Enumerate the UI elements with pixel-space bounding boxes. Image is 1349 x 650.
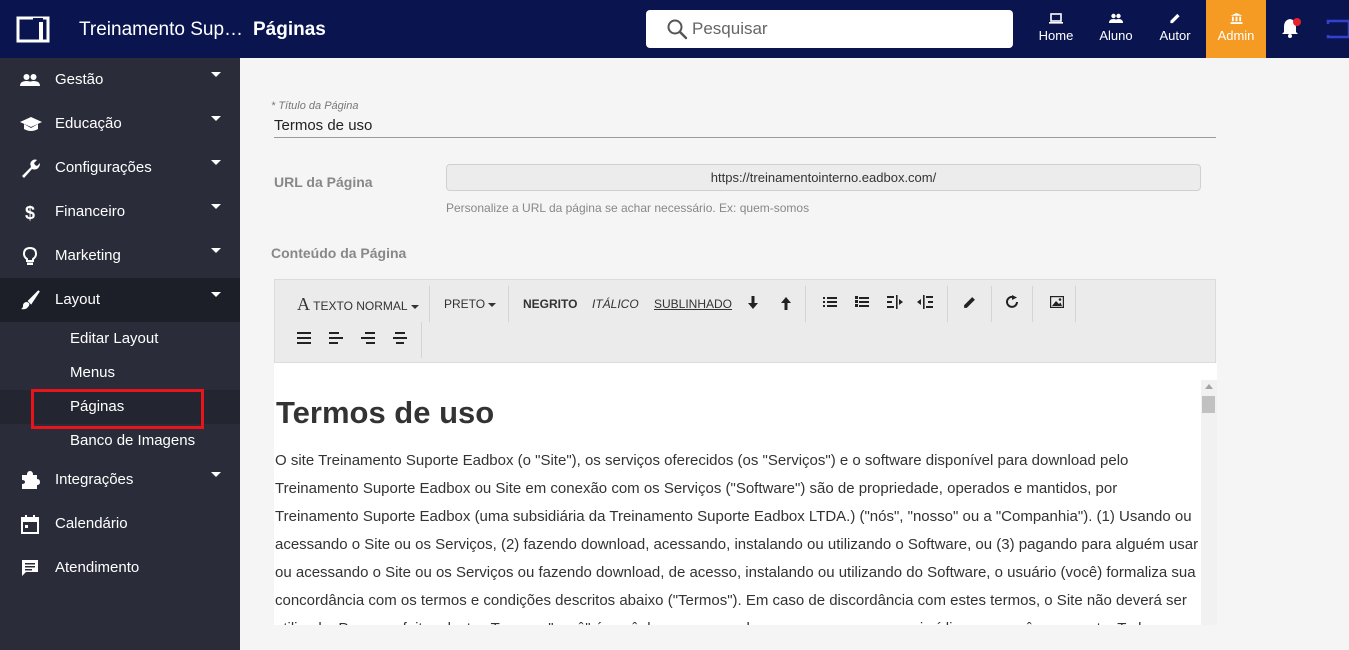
submenu-item-banco-de-imagens[interactable]: Banco de Imagens xyxy=(0,424,240,458)
text-style-label: TEXTO NORMAL xyxy=(313,299,408,313)
brush-icon xyxy=(21,290,40,310)
content-field-label: Conteúdo da Página xyxy=(271,245,407,261)
search-icon xyxy=(667,19,688,40)
sidebar-item-label: Integrações xyxy=(55,471,134,488)
submenu-item-label: Menus xyxy=(70,364,116,381)
lightbulb-icon xyxy=(22,246,38,265)
nav-autor-button[interactable]: Autor xyxy=(1146,0,1204,58)
text-style-dropdown[interactable]: A TEXTO NORMAL xyxy=(297,294,419,315)
color-dropdown[interactable]: PRETO xyxy=(444,297,497,311)
submenu-item-label: Editar Layout xyxy=(70,330,159,347)
laptop-icon xyxy=(1049,13,1063,24)
sidebar-item-label: Financeiro xyxy=(55,203,126,220)
content-paragraph: O site Treinamento Suporte Eadbox (o "Si… xyxy=(275,452,1199,625)
rich-text-editor[interactable]: Termos de uso O site Treinamento Suporte… xyxy=(274,363,1217,625)
caret-down-icon xyxy=(211,472,221,477)
sidebar-item-label: Configurações xyxy=(55,159,152,176)
image-icon[interactable] xyxy=(1050,296,1064,308)
nav-admin-button[interactable]: Admin xyxy=(1206,0,1266,58)
puzzle-icon xyxy=(22,471,40,489)
logo-icon[interactable] xyxy=(16,16,50,43)
wrench-icon xyxy=(22,159,40,178)
submenu-item-menus[interactable]: Menus xyxy=(0,356,240,390)
sidebar-item-integracoes[interactable]: Integrações xyxy=(0,458,240,502)
italic-button[interactable]: ITÁLICO xyxy=(592,297,639,311)
chat-icon xyxy=(22,560,38,576)
indent-icon[interactable] xyxy=(917,295,933,309)
graduation-cap-icon xyxy=(20,117,42,131)
page-title-field[interactable] xyxy=(274,114,1216,138)
sidebar-item-label: Layout xyxy=(55,291,101,308)
people-icon xyxy=(1109,13,1123,23)
align-center-icon[interactable] xyxy=(393,332,407,344)
align-right-icon[interactable] xyxy=(361,332,375,344)
pencil-icon xyxy=(1170,13,1180,24)
submenu-item-editar-layout[interactable]: Editar Layout xyxy=(0,322,240,356)
underline-button[interactable]: SUBLINHADO xyxy=(654,297,732,311)
submenu-item-label: Banco de Imagens xyxy=(70,432,196,449)
dollar-icon: $ xyxy=(25,203,35,222)
url-field[interactable] xyxy=(446,164,1201,191)
sidebar-item-label: Gestão xyxy=(55,71,104,88)
people-icon xyxy=(20,74,40,86)
sidebar-item-layout[interactable]: Layout xyxy=(0,278,240,322)
scrollbar-thumb[interactable] xyxy=(1202,396,1215,413)
nav-aluno-button[interactable]: Aluno xyxy=(1087,0,1145,58)
editor-scrollbar[interactable] xyxy=(1201,380,1217,625)
pencil-icon[interactable] xyxy=(963,296,976,309)
align-left-icon[interactable] xyxy=(329,332,343,344)
sidebar-item-label: Marketing xyxy=(55,247,121,264)
arrow-down-icon[interactable] xyxy=(747,296,759,310)
numbered-list-icon[interactable] xyxy=(855,296,869,308)
caret-down-icon xyxy=(211,116,221,121)
sidebar: Gestão Educação Configurações $ Financei… xyxy=(0,58,240,650)
sidebar-item-label: Atendimento xyxy=(55,559,140,576)
url-field-label: URL da Página xyxy=(274,174,373,190)
caret-down-icon xyxy=(211,292,221,297)
highlight-annotation xyxy=(31,389,204,429)
search-input[interactable] xyxy=(692,16,992,42)
caret-down-icon xyxy=(211,204,221,209)
redo-icon[interactable] xyxy=(1006,295,1020,309)
app-title: Treinamento Suporte Eadbox xyxy=(79,19,245,40)
calendar-icon xyxy=(21,515,39,534)
arrow-up-icon[interactable] xyxy=(780,296,792,310)
nav-home-label: Home xyxy=(1038,28,1074,43)
logo-small-icon[interactable] xyxy=(1326,19,1349,39)
font-icon: A xyxy=(297,294,310,314)
sidebar-item-label: Educação xyxy=(55,115,122,132)
url-help-text: Personalize a URL da página se achar nec… xyxy=(446,201,810,215)
outdent-icon[interactable] xyxy=(887,295,903,309)
nav-home-button[interactable]: Home xyxy=(1027,0,1085,58)
sidebar-item-atendimento[interactable]: Atendimento xyxy=(0,546,240,590)
bullet-list-icon[interactable] xyxy=(823,296,837,308)
sidebar-item-calendario[interactable]: Calendário xyxy=(0,502,240,546)
sidebar-item-educacao[interactable]: Educação xyxy=(0,102,240,146)
color-label: PRETO xyxy=(444,297,486,311)
nav-autor-label: Autor xyxy=(1159,28,1191,43)
align-justify-icon[interactable] xyxy=(297,332,311,344)
content-heading: Termos de uso xyxy=(276,395,495,430)
sidebar-item-gestao[interactable]: Gestão xyxy=(0,58,240,102)
bold-button[interactable]: NEGRITO xyxy=(523,297,577,311)
sidebar-item-configuracoes[interactable]: Configurações xyxy=(0,146,240,190)
caret-down-icon xyxy=(211,248,221,253)
caret-down-icon xyxy=(211,160,221,165)
title-field-label: * Título da Página xyxy=(271,100,359,112)
nav-admin-label: Admin xyxy=(1217,28,1255,43)
page-title: Páginas xyxy=(253,19,326,40)
editor-toolbar: A TEXTO NORMAL PRETO NEGRITO ITÁLICO SUB… xyxy=(274,279,1216,363)
sidebar-item-marketing[interactable]: Marketing xyxy=(0,234,240,278)
caret-down-icon xyxy=(211,72,221,77)
sidebar-item-label: Calendário xyxy=(55,515,128,532)
nav-aluno-label: Aluno xyxy=(1099,28,1133,43)
bank-icon xyxy=(1230,13,1242,24)
top-bar: Treinamento Suporte Eadbox Páginas Home … xyxy=(0,0,1349,58)
search-box[interactable] xyxy=(646,10,1013,48)
sidebar-item-financeiro[interactable]: $ Financeiro xyxy=(0,190,240,234)
svg-text:$: $ xyxy=(25,203,35,222)
notification-dot xyxy=(1293,18,1301,26)
scroll-up-arrow-icon[interactable] xyxy=(1205,384,1213,389)
